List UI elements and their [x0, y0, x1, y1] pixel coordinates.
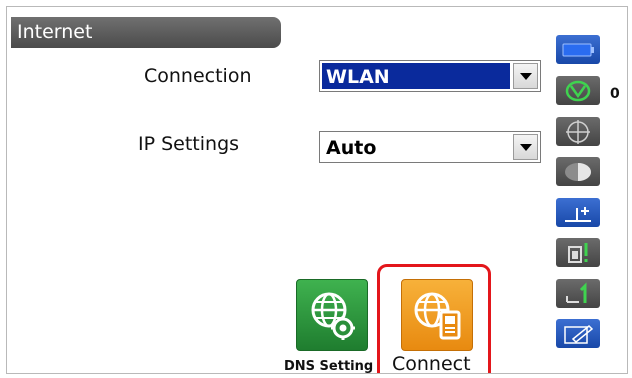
chevron-down-icon[interactable]: [513, 134, 538, 160]
edit-icon[interactable]: [556, 319, 600, 348]
screen: Internet Connection WLAN IP Settings Aut…: [6, 6, 628, 374]
connection-value: WLAN: [322, 63, 510, 89]
globe-gear-icon: [311, 292, 355, 340]
chevron-down-icon[interactable]: [513, 63, 538, 89]
ip-settings-label: IP Settings: [138, 133, 240, 155]
target-height-icon[interactable]: [556, 279, 600, 308]
connection-select[interactable]: WLAN: [319, 60, 541, 92]
page-title: Internet: [11, 17, 281, 48]
dns-setting-label: DNS Setting: [284, 359, 374, 374]
reflector-icon[interactable]: [556, 238, 600, 267]
crosshair-icon[interactable]: [556, 117, 600, 146]
half-circle-icon[interactable]: [556, 157, 600, 186]
dns-setting-button[interactable]: [296, 279, 368, 351]
ip-settings-select[interactable]: Auto: [319, 131, 541, 163]
battery-icon[interactable]: [556, 35, 600, 64]
counter-value: 0: [610, 86, 620, 102]
ip-settings-value: Auto: [326, 137, 377, 159]
height-plus-icon[interactable]: [556, 198, 600, 227]
connection-label: Connection: [144, 65, 252, 87]
connect-highlight-frame: [377, 264, 491, 373]
target-mode-icon[interactable]: [556, 76, 600, 105]
